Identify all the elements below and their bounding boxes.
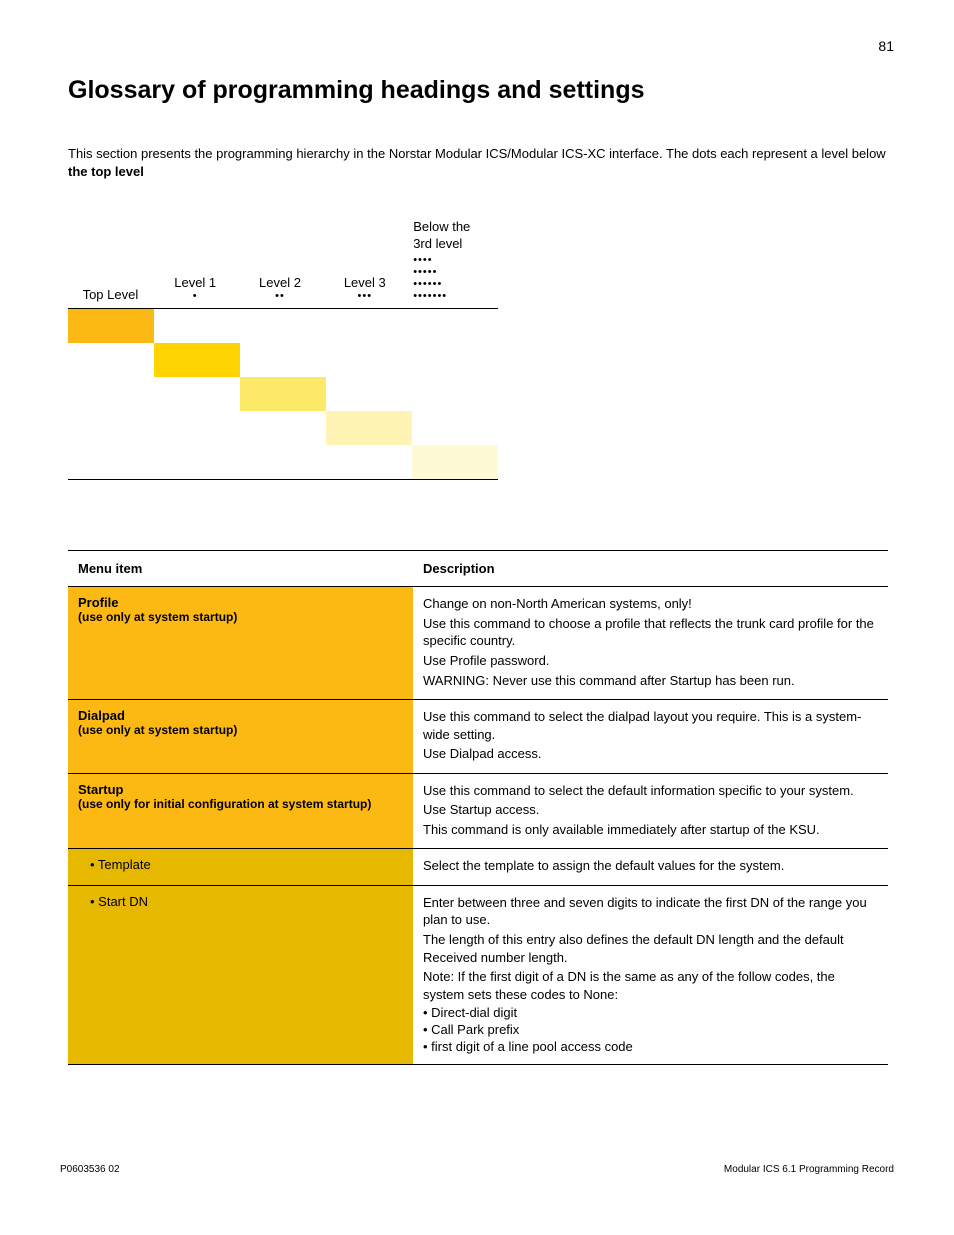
level-label: Level 1 bbox=[153, 275, 238, 290]
table-row-profile: Profile (use only at system startup) Cha… bbox=[68, 587, 888, 700]
menu-title: • Start DN bbox=[78, 894, 403, 909]
level-header-2: Level 2 •• bbox=[238, 275, 323, 302]
desc-line: Use this command to select the dialpad l… bbox=[423, 708, 878, 743]
header-description: Description bbox=[413, 551, 888, 587]
menu-cell: Dialpad (use only at system startup) bbox=[68, 700, 413, 774]
level-label: Level 3 bbox=[322, 275, 407, 290]
desc-line: Use Startup access. bbox=[423, 801, 878, 819]
level-below-label1: Below the bbox=[413, 220, 498, 235]
level-spacer bbox=[154, 411, 240, 445]
level-spacer bbox=[68, 343, 154, 377]
desc-cell: Use this command to select the dialpad l… bbox=[413, 700, 888, 774]
level-spacer bbox=[154, 377, 240, 411]
header-menu-item: Menu item bbox=[68, 551, 413, 587]
level-below-label2: 3rd level bbox=[413, 237, 498, 252]
level-label: Level 2 bbox=[238, 275, 323, 290]
table-row-template: • Template Select the template to assign… bbox=[68, 849, 888, 886]
level-box bbox=[412, 445, 498, 479]
desc-line: Use Dialpad access. bbox=[423, 745, 878, 763]
levels-boxes bbox=[68, 308, 498, 480]
table-row-dialpad: Dialpad (use only at system startup) Use… bbox=[68, 700, 888, 774]
level-row bbox=[68, 343, 498, 377]
levels-diagram: Top Level Level 1 • Level 2 •• Level 3 •… bbox=[68, 220, 498, 480]
level-row bbox=[68, 309, 498, 343]
level-spacer bbox=[326, 445, 412, 479]
level-label: Top Level bbox=[68, 287, 153, 302]
glossary-table: Menu item Description Profile (use only … bbox=[68, 550, 888, 1065]
desc-bullet: • Call Park prefix bbox=[423, 1022, 878, 1037]
desc-cell: Use this command to select the default i… bbox=[413, 773, 888, 849]
level-header-3: Level 3 ••• bbox=[322, 275, 407, 302]
menu-title: Dialpad bbox=[78, 708, 403, 723]
level-spacer bbox=[240, 411, 326, 445]
menu-cell: • Start DN bbox=[68, 885, 413, 1064]
desc-bullet: • Direct-dial digit bbox=[423, 1005, 878, 1020]
desc-line: The length of this entry also defines th… bbox=[423, 931, 878, 966]
desc-cell: Select the template to assign the defaul… bbox=[413, 849, 888, 886]
menu-title: Startup bbox=[78, 782, 403, 797]
desc-cell: Enter between three and seven digits to … bbox=[413, 885, 888, 1064]
desc-line: Change on non-North American systems, on… bbox=[423, 595, 878, 613]
desc-bullet: • first digit of a line pool access code bbox=[423, 1039, 878, 1054]
menu-note: (use only for initial configuration at s… bbox=[78, 797, 403, 811]
desc-line: This command is only available immediate… bbox=[423, 821, 878, 839]
level-dots: • bbox=[153, 290, 238, 302]
menu-note: (use only at system startup) bbox=[78, 610, 403, 624]
level-spacer bbox=[154, 445, 240, 479]
page-container: 81 Glossary of programming headings and … bbox=[0, 0, 954, 1235]
footer-right: Modular ICS 6.1 Programming Record bbox=[724, 1164, 894, 1175]
desc-cell: Change on non-North American systems, on… bbox=[413, 587, 888, 700]
level-spacer bbox=[68, 377, 154, 411]
menu-title: Profile bbox=[78, 595, 403, 610]
menu-cell: Startup (use only for initial configurat… bbox=[68, 773, 413, 849]
level-row bbox=[68, 377, 498, 411]
page-title: Glossary of programming headings and set… bbox=[68, 76, 894, 105]
level-dots: •• bbox=[238, 290, 323, 302]
desc-line: Use this command to select the default i… bbox=[423, 782, 878, 800]
level-spacer bbox=[68, 445, 154, 479]
level-row bbox=[68, 411, 498, 445]
level-dots: •••• bbox=[413, 254, 498, 266]
level-header-top: Top Level bbox=[68, 287, 153, 302]
desc-line: Use Profile password. bbox=[423, 652, 878, 670]
level-box bbox=[326, 411, 412, 445]
intro-paragraph: This section presents the programming hi… bbox=[68, 145, 894, 180]
page-number: 81 bbox=[878, 38, 894, 54]
menu-cell: Profile (use only at system startup) bbox=[68, 587, 413, 700]
footer-left: P0603536 02 bbox=[60, 1164, 120, 1175]
intro-bold: the top level bbox=[68, 164, 144, 179]
desc-line: Use this command to choose a profile tha… bbox=[423, 615, 878, 650]
table-row-startup: Startup (use only for initial configurat… bbox=[68, 773, 888, 849]
level-header-below: Below the 3rd level •••• ••••• •••••• ••… bbox=[407, 220, 498, 302]
table-row-startdn: • Start DN Enter between three and seven… bbox=[68, 885, 888, 1064]
level-dots: ••••• bbox=[413, 266, 498, 278]
level-dots: ••••••• bbox=[413, 290, 498, 302]
level-row bbox=[68, 445, 498, 479]
menu-note: (use only at system startup) bbox=[78, 723, 403, 737]
page-footer: P0603536 02 Modular ICS 6.1 Programming … bbox=[60, 1164, 894, 1175]
menu-cell: • Template bbox=[68, 849, 413, 886]
desc-line: Enter between three and seven digits to … bbox=[423, 894, 878, 929]
level-box bbox=[154, 343, 240, 377]
intro-text: This section presents the programming hi… bbox=[68, 146, 886, 161]
desc-line: WARNING: Never use this command after St… bbox=[423, 672, 878, 690]
level-spacer bbox=[68, 411, 154, 445]
level-header-1: Level 1 • bbox=[153, 275, 238, 302]
desc-line: Select the template to assign the defaul… bbox=[423, 857, 878, 875]
level-spacer bbox=[240, 445, 326, 479]
level-dots: ••• bbox=[322, 290, 407, 302]
level-box bbox=[240, 377, 326, 411]
table-header-row: Menu item Description bbox=[68, 551, 888, 587]
level-box bbox=[68, 309, 154, 343]
level-dots: •••••• bbox=[413, 278, 498, 290]
desc-line: Note: If the first digit of a DN is the … bbox=[423, 968, 878, 1003]
levels-headers: Top Level Level 1 • Level 2 •• Level 3 •… bbox=[68, 220, 498, 302]
menu-title: • Template bbox=[78, 857, 403, 872]
